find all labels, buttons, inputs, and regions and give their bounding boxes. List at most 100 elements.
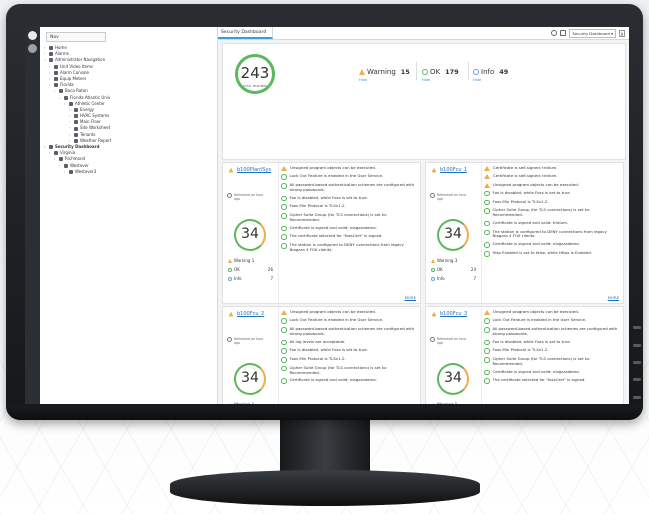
list-item: Certificate is signed and valid: niagara… (484, 242, 620, 248)
list-item: The certificate selected for "foxsCert" … (484, 378, 620, 384)
list-item: Certificate is self-signed: tridium. (484, 174, 620, 180)
list-item: Certificate is signed and valid: niagara… (484, 369, 620, 376)
list-item: Fox is disabled, while Foxs is set to tr… (281, 195, 417, 202)
summary-ok-label: OK (430, 68, 441, 76)
summary-ok-hide[interactable]: Hide (422, 78, 430, 82)
close-button[interactable]: X (619, 29, 625, 37)
message-text: Lock Out Feature is enabled in the User … (492, 317, 587, 323)
message-text: Cipher Suite Group (for TLS connections)… (289, 212, 388, 222)
warning-icon (484, 310, 490, 315)
message-text: Certificate is signed and valid: niagara… (492, 241, 580, 247)
summary-panel: 243 TOTAL FEATURES Warning 15 Hide OK 17… (222, 43, 626, 160)
score-ring: 34 (437, 363, 469, 395)
message-text: Lock Out Feature is enabled in the User … (289, 317, 384, 323)
summary-info-label: Info (481, 68, 495, 76)
card-ok-label: OK (437, 267, 443, 272)
refresh-text: Refreshed an hour ago (437, 193, 467, 201)
card-message-list: Unsigned program objects can be executed… (281, 310, 417, 397)
message-text: Certificate is signed and valid: niagara… (289, 377, 377, 383)
check-circle-icon (484, 327, 490, 333)
check-circle-icon (484, 357, 490, 363)
card-summary: b100Fcu_1 Refreshed an hour ago 34 Warning … (426, 163, 482, 303)
refresh-icon[interactable] (227, 337, 232, 342)
nav-tree-item[interactable]: › Westover3 (44, 169, 215, 175)
card-warning-count: 1 (251, 258, 255, 263)
warning-icon (359, 69, 365, 75)
check-circle-icon (484, 220, 490, 227)
folder-icon (74, 107, 78, 112)
tab-security-dashboard[interactable]: Security Dashboard (218, 27, 273, 39)
station-link[interactable]: b100Fcu_3 (440, 311, 467, 317)
monitor-button[interactable] (633, 344, 641, 347)
refresh-icon[interactable] (227, 193, 232, 198)
folder-icon (74, 138, 78, 143)
card-summary: b100Fcu_2 Refreshed an hour ago 34 Warning … (223, 307, 279, 404)
monitor-button[interactable] (633, 326, 641, 329)
page-icon[interactable] (560, 30, 567, 36)
warning-icon (484, 182, 490, 188)
warning-icon (484, 166, 490, 171)
monitor-button[interactable] (633, 378, 641, 381)
message-text: Cipher Suite Group (for TLS connections)… (492, 356, 591, 366)
list-item: Foxs Min Protocol is TLSv1.2. (281, 357, 417, 363)
list-item: The station is configured to DENY connec… (484, 229, 620, 239)
message-text: All password-based authentication scheme… (492, 326, 618, 336)
check-circle-icon (484, 251, 490, 257)
menu-icon[interactable] (28, 31, 37, 40)
list-item: Cipher Suite Group (for TLS connections)… (281, 212, 417, 222)
list-item: Unsigned program objects can be executed… (484, 310, 620, 315)
station-link[interactable]: b100PlantSys (237, 167, 271, 173)
refresh-icon[interactable] (551, 30, 558, 36)
list-item: Cipher Suite Group (for TLS connections)… (281, 364, 417, 375)
card-ok-count: 24 (470, 267, 476, 272)
monitor-stand-neck (280, 420, 370, 475)
warning-icon (431, 167, 437, 173)
folder-icon (74, 126, 78, 131)
check-circle-icon (281, 195, 287, 202)
monitor-stand-base (170, 470, 480, 506)
refresh-icon[interactable] (430, 193, 435, 198)
card-title: b100Fcu_2 (228, 311, 264, 317)
more-link[interactable]: MORE (405, 295, 416, 300)
dashboard-select[interactable]: Security Dashboard ▾ (569, 28, 616, 38)
card-warning-count: 1 (252, 402, 255, 404)
divider (468, 62, 469, 80)
card-warning-stat: Warning 1 (228, 258, 273, 263)
card-warning-label: Warning (234, 402, 250, 404)
nav-tab[interactable]: Nav (46, 32, 106, 42)
folder-icon (49, 145, 53, 150)
check-circle-icon (484, 378, 490, 384)
card-info-count: 7 (473, 276, 476, 281)
check-circle-icon (281, 174, 287, 180)
user-icon[interactable] (28, 44, 37, 53)
card-ok-stat: OK 24 (431, 267, 476, 272)
card-info-count: 7 (270, 276, 273, 281)
folder-icon (59, 157, 63, 162)
refresh-status: Refreshed an hour ago (430, 337, 472, 345)
station-link[interactable]: b100Fcu_1 (440, 167, 467, 173)
list-item: The station is configured to DENY connec… (281, 242, 417, 252)
refresh-status: Refreshed an hour ago (227, 337, 269, 345)
toolbar-right: Security Dashboard ▾ X (551, 28, 625, 38)
summary-ok: OK 179 Hide (422, 68, 459, 82)
message-text: Cipher Suite Group (for TLS connections)… (289, 364, 388, 375)
monitor-button[interactable] (633, 361, 641, 364)
ok-icon (422, 69, 428, 75)
summary-warning-hide[interactable]: Hide (359, 78, 367, 82)
summary-info: Info 49 Hide (473, 68, 508, 82)
nav-tree-item-label: Westover3 (75, 168, 97, 174)
monitor-power-button[interactable] (633, 396, 641, 399)
list-item: All password-based authentication scheme… (281, 182, 417, 192)
message-text: Unsigned program objects can be executed… (493, 310, 580, 314)
total-features-count: 243 (240, 64, 270, 82)
card-warning-stat: Warning 3 (431, 258, 476, 263)
list-item: All log levels are acceptable. (281, 339, 417, 346)
list-item: Certificate is signed and valid: niagara… (281, 225, 417, 232)
refresh-icon[interactable] (430, 337, 435, 342)
card-message-list: Unsigned program objects can be executed… (281, 166, 417, 293)
summary-info-hide[interactable]: Hide (473, 78, 481, 82)
list-item: Unsigned program objects can be executed… (484, 182, 620, 188)
station-link[interactable]: b100Fcu_2 (237, 311, 264, 317)
message-text: Certificate is signed and valid: tridium… (492, 219, 569, 225)
more-link[interactable]: MORE (608, 295, 619, 300)
